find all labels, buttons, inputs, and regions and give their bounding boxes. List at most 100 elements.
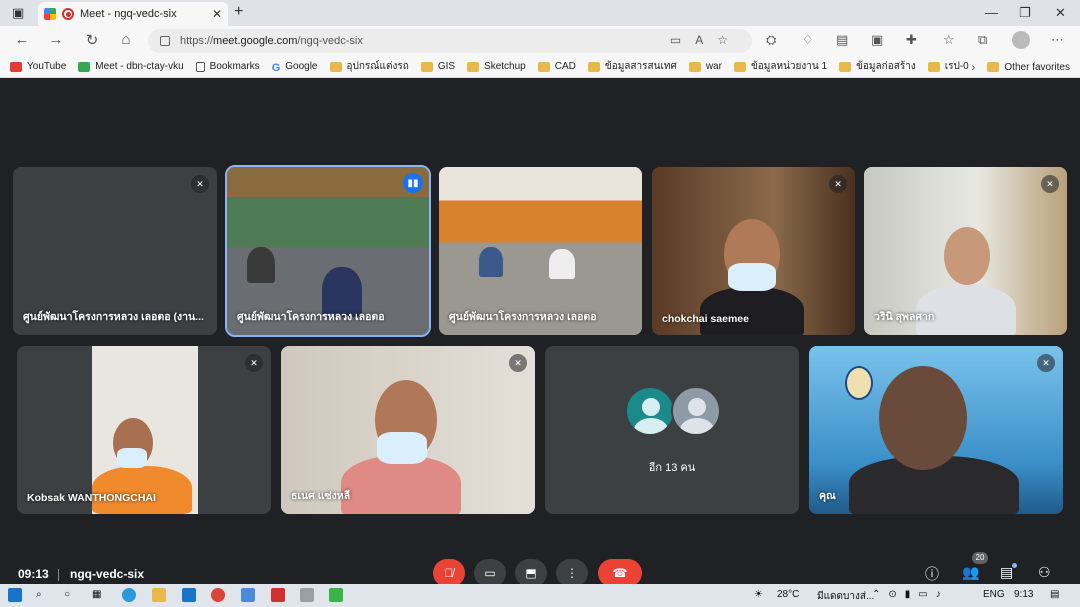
folder-icon [329, 61, 342, 72]
meet-icon [78, 61, 91, 72]
task-view-icon[interactable]: ▦ [92, 589, 101, 600]
participant-tile[interactable]: ▮▮ ศูนย์พัฒนาโครงการหลวง เลอตอ [225, 165, 431, 337]
activities-icon[interactable]: ⚇ [1038, 564, 1051, 581]
bookmark-label: Google [285, 61, 318, 72]
app-icon[interactable] [300, 588, 314, 602]
mail-icon[interactable] [182, 588, 196, 602]
bookmark-folder[interactable]: ข้อมูลสารสนเทศ [587, 59, 677, 74]
participant-tile[interactable]: ✕ Kobsak WANTHONGCHAI [17, 346, 271, 514]
bookmark-label: ข้อมูลก่อสร้าง [856, 61, 916, 72]
chrome-icon[interactable] [211, 588, 225, 602]
weather-text[interactable]: มีแดดบางส่... [817, 589, 874, 604]
language-indicator[interactable]: ENG [983, 589, 1005, 600]
bookmark-folder[interactable]: ข้อมูลก่อสร้าง [839, 59, 916, 74]
puzzle-icon[interactable]: ✚ [906, 32, 917, 48]
bookmark-folder[interactable]: GIS [420, 61, 455, 72]
people-icon[interactable]: 👥 [962, 564, 979, 581]
tab-actions-icon[interactable]: ▣ [12, 5, 24, 21]
participant-name: คุณ [819, 490, 836, 502]
extension-icon[interactable]: ⛭ [766, 32, 776, 48]
camera-toggle-button[interactable]: ▭ [474, 559, 506, 587]
info-icon[interactable]: ⓘ [925, 564, 939, 584]
profile-avatar[interactable] [1012, 31, 1030, 49]
favorites-icon[interactable]: ☆ [943, 32, 955, 48]
participant-tile[interactable]: ✕ chokchai saemee [652, 167, 855, 335]
close-window-button[interactable]: ✕ [1055, 5, 1066, 21]
tray-icons[interactable]: ⌃⊙▮▭♪ [872, 589, 949, 600]
extension-icon[interactable]: ♢ [802, 32, 814, 48]
present-button[interactable]: ⬒ [515, 559, 547, 587]
minimize-button[interactable]: — [985, 5, 998, 20]
forward-icon[interactable]: → [46, 31, 66, 48]
extension-icon[interactable]: ▤ [836, 32, 848, 48]
bookmark-item[interactable]: G Google [272, 61, 318, 74]
bookmarks-bar: YouTube Meet - dbn-ctay-vku Bookmarks GG… [0, 56, 1080, 78]
others-count: อีก 13 คน [648, 462, 696, 474]
face-mask [377, 432, 427, 464]
chat-icon[interactable]: ▤ [1000, 564, 1013, 581]
bookmark-item[interactable]: YouTube [10, 61, 66, 72]
reload-icon[interactable]: ↻ [82, 31, 102, 49]
weather-temp[interactable]: 28°C [777, 589, 799, 600]
more-menu-icon[interactable]: ⋯ [1051, 32, 1064, 48]
collections-icon[interactable]: ⧉ [978, 32, 987, 48]
address-bar[interactable]: https://meet.google.com/ngq-vedc-six ▭A☆ [148, 29, 752, 53]
participant-tile[interactable]: ✕ วรินิ สุพลศาก [864, 167, 1067, 335]
participant-name: chokchai saemee [662, 313, 749, 325]
bookmark-folder[interactable]: war [688, 61, 722, 72]
meet-control-bar: 09:13 ngq-vedc-six 🎙̸ ▭ ⬒ ⋮ ☎ ⓘ 20 👥 ▤ ⚇ [0, 552, 1080, 587]
home-icon[interactable]: ⌂ [116, 31, 136, 48]
address-bar-icons[interactable]: ▭A☆ [670, 33, 742, 47]
extension-icon[interactable]: ▣ [871, 32, 883, 48]
participant-name: Kobsak WANTHONGCHAI [27, 492, 156, 504]
others-avatars [625, 386, 721, 436]
participant-tile[interactable]: ✕ ศูนย์พัฒนาโครงการหลวง เลอตอ (งาน... [13, 167, 217, 335]
system-clock[interactable]: 9:13 [1014, 589, 1033, 600]
participant-name: ศูนย์พัฒนาโครงการหลวง เลอตอ (งาน... [23, 311, 204, 323]
new-tab-button[interactable]: + [234, 3, 243, 21]
bookmark-label: Other favorites [1004, 61, 1070, 73]
bookmark-folder[interactable]: ข้อมูลหน่วยงาน 1 [733, 59, 828, 74]
video-person [247, 247, 275, 283]
back-icon[interactable]: ← [12, 31, 32, 48]
file-explorer-icon[interactable] [152, 588, 166, 602]
bookmark-label: war [705, 61, 722, 72]
meet-stage: ✕ ศูนย์พัฒนาโครงการหลวง เลอตอ (งาน... ▮▮… [0, 79, 1080, 583]
maximize-button[interactable]: ❐ [1019, 5, 1031, 21]
edge-icon[interactable] [122, 588, 136, 602]
line-icon[interactable] [329, 588, 343, 602]
seal-icon [845, 366, 873, 400]
bookmark-item[interactable]: Bookmarks [195, 61, 260, 72]
participant-tile[interactable]: ศูนย์พัฒนาโครงการหลวง เลอตอ [439, 167, 642, 335]
folder-icon [537, 61, 550, 72]
tab-close-icon[interactable]: ✕ [212, 7, 222, 21]
speaking-indicator-icon: ▮▮ [403, 173, 423, 193]
participant-tile[interactable]: ✕ คุณ [809, 346, 1063, 514]
bookmark-label: ข้อมูลหน่วยงาน 1 [750, 61, 828, 72]
app-icon[interactable] [241, 588, 255, 602]
tab-meet[interactable]: Meet - ngq-vedc-six ✕ [38, 2, 228, 26]
bookmark-folder[interactable]: CAD [537, 61, 576, 72]
participant-tile[interactable]: ✕ ธเนศ แซ่งหลี [281, 346, 535, 514]
notification-icon[interactable]: ▤ [1050, 589, 1059, 600]
bookmark-folder[interactable]: Sketchup [467, 61, 526, 72]
bookmark-label: ข้อมูลสารสนเทศ [604, 61, 677, 72]
camera-icon: ▭ [484, 566, 496, 580]
chevron-right-icon[interactable]: › [971, 60, 975, 74]
others-tile[interactable]: อีก 13 คน [545, 346, 799, 514]
folder-icon [467, 61, 480, 72]
windows-start-icon[interactable] [8, 588, 22, 602]
pdf-icon[interactable] [271, 588, 285, 602]
leave-call-button[interactable]: ☎ [598, 559, 642, 587]
search-icon[interactable]: ⌕ [36, 589, 42, 600]
cortana-icon[interactable]: ○ [64, 589, 70, 600]
browser-title-bar: ▣ Meet - ngq-vedc-six ✕ + — ❐ ✕ [0, 0, 1080, 26]
bookmark-item[interactable]: Meet - dbn-ctay-vku [78, 61, 184, 72]
mic-toggle-button[interactable]: 🎙̸ [433, 559, 465, 587]
bookmark-folder[interactable]: เรป-0 [927, 59, 969, 74]
other-favorites[interactable]: Other favorites [987, 62, 1070, 73]
more-options-button[interactable]: ⋮ [556, 559, 588, 587]
phone-hangup-icon: ☎ [612, 566, 628, 580]
tab-title: Meet - ngq-vedc-six [80, 8, 177, 20]
bookmark-folder[interactable]: อุปกรณ์แต่งรถ [329, 59, 409, 74]
